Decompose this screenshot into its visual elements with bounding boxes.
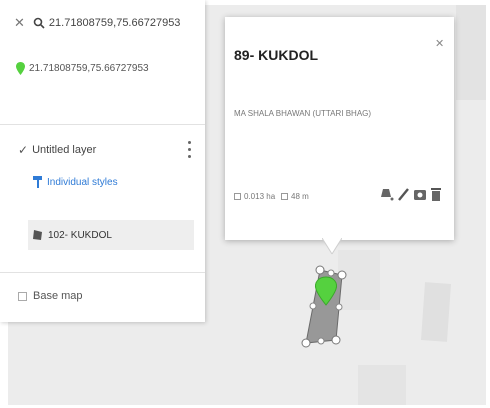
- feature-name: 102- KUKDOL: [48, 229, 112, 241]
- layer-options-icon[interactable]: [186, 139, 192, 163]
- styles-label: Individual styles: [47, 176, 118, 188]
- perimeter-measure: 48 m: [281, 192, 309, 201]
- close-icon[interactable]: ✕: [14, 15, 25, 31]
- layer-header[interactable]: ✓ Untitled layer: [18, 143, 96, 157]
- area-icon: [234, 193, 241, 200]
- perimeter-value: 48 m: [291, 192, 309, 201]
- style-bucket-icon[interactable]: [380, 185, 394, 203]
- area-value: 0.013 ha: [244, 192, 276, 201]
- close-icon[interactable]: ✕: [435, 37, 444, 50]
- paint-roller-icon: [33, 176, 42, 188]
- search-result[interactable]: 21.71808759,75.66727953: [16, 62, 149, 75]
- feature-list-item[interactable]: 102- KUKDOL: [28, 220, 194, 250]
- midpoint-handle: [335, 303, 343, 311]
- vertex-handle: [315, 265, 325, 275]
- divider: [0, 272, 205, 273]
- vertex-handle: [301, 338, 311, 348]
- polygon-shape-icon: [33, 230, 42, 240]
- base-map-label: Base map: [33, 290, 83, 302]
- delete-trash-icon[interactable]: [429, 185, 443, 203]
- popup-pointer: [322, 238, 342, 255]
- popup-title: 89- KUKDOL: [234, 47, 319, 63]
- vertex-handle: [337, 270, 347, 280]
- search-result-text: 21.71808759,75.66727953: [29, 63, 149, 74]
- search-query[interactable]: 21.71808759,75.66727953: [49, 17, 181, 29]
- midpoint-handle: [309, 302, 317, 310]
- midpoint-handle: [327, 269, 335, 277]
- area-measure: 0.013 ha: [234, 192, 275, 201]
- search-row: ✕ 21.71808759,75.66727953: [14, 15, 180, 31]
- my-maps-window: ✕ 21.71808759,75.66727953 21.71808759,75…: [0, 0, 490, 408]
- base-map-toggle[interactable]: Base map: [18, 290, 83, 302]
- side-panel: ✕ 21.71808759,75.66727953 21.71808759,75…: [0, 0, 205, 322]
- perimeter-icon: [281, 193, 288, 200]
- layer-checkbox-icon[interactable]: ✓: [18, 143, 28, 157]
- layer-name[interactable]: Untitled layer: [32, 144, 96, 156]
- feature-popup: 89- KUKDOL ✕ MA SHALA BHAWAN (UTTARI BHA…: [225, 17, 454, 240]
- edit-pencil-icon[interactable]: [397, 185, 411, 203]
- popup-description: MA SHALA BHAWAN (UTTARI BHAG): [234, 109, 372, 118]
- green-pin-icon: [16, 62, 25, 75]
- divider: [0, 124, 205, 125]
- individual-styles-link[interactable]: Individual styles: [33, 176, 118, 188]
- expand-icon: [18, 291, 27, 301]
- vertex-handle: [331, 335, 341, 345]
- search-icon[interactable]: [33, 17, 45, 29]
- midpoint-handle: [317, 337, 325, 345]
- camera-icon[interactable]: [413, 185, 427, 203]
